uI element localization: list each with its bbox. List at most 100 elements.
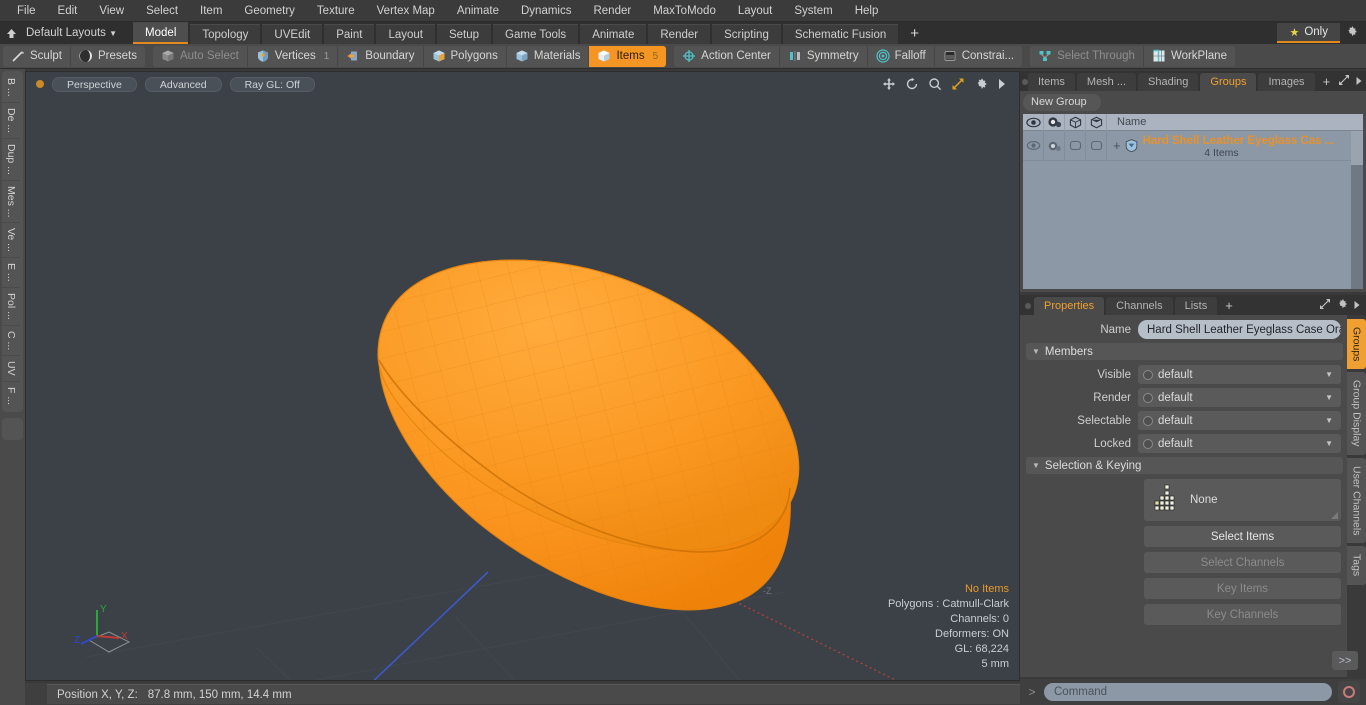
presets-button[interactable]: Presets [71,46,145,67]
tab-uvedit[interactable]: UVEdit [262,24,323,44]
visible-dropdown[interactable]: default ▼ [1138,365,1341,384]
chevron-right-icon[interactable] [1353,299,1361,313]
panel-tab-shading[interactable]: Shading [1138,73,1199,91]
left-tab-basic[interactable]: B ... [2,73,20,103]
command-record-button[interactable] [1338,681,1360,703]
chevron-right-icon[interactable] [997,78,1007,90]
auto-select-button[interactable]: Auto Select [153,45,248,67]
menu-item-layout[interactable]: Layout [727,0,784,22]
tab-layout[interactable]: Layout [376,24,435,44]
viewport-3d[interactable]: -Z Perspective Advanced Ray GL: Off Y X … [25,71,1020,681]
left-tab-uv[interactable]: UV [2,356,20,382]
properties-menu-icon[interactable] [1022,297,1034,315]
menu-item-geometry[interactable]: Geometry [233,0,306,22]
radio-icon[interactable] [1138,392,1158,403]
left-tab-polygon[interactable]: Pol ... [2,288,20,326]
workplane-button[interactable]: WorkPlane [1144,46,1235,67]
panel-tab-add[interactable]: + [1317,73,1337,91]
boundary-button[interactable]: Boundary [338,45,424,67]
row-render-toggle[interactable] [1044,130,1065,161]
select-items-button[interactable]: Select Items [1144,526,1341,547]
polygons-button[interactable]: Polygons [424,45,507,67]
zoom-icon[interactable] [928,77,942,91]
constraint-button[interactable]: Constrai... [935,46,1022,67]
render-dropdown[interactable]: default ▼ [1138,388,1341,407]
left-tab-fusion[interactable]: F ... [2,382,20,410]
group-item-entry[interactable]: + Hard Shell Leather Eyeglass Cas ... 4 … [1107,133,1363,159]
side-tab-groups[interactable]: Groups [1347,319,1366,370]
selection-keying-section-header[interactable]: ▼ Selection & Keying [1026,457,1343,474]
panel-tab-images[interactable]: Images [1258,73,1315,91]
tab-scripting[interactable]: Scripting [712,24,781,44]
gear-icon[interactable] [974,77,988,91]
sculpt-button[interactable]: Sculpt [3,45,71,67]
more-options-button[interactable]: >> [1332,651,1358,670]
menu-item-select[interactable]: Select [135,0,189,22]
expand-icon[interactable]: + [1113,138,1121,153]
left-tab-edge[interactable]: E ... [2,258,20,288]
symmetry-button[interactable]: Symmetry [780,45,868,67]
menu-item-system[interactable]: System [783,0,843,22]
vertices-button[interactable]: Vertices 1 [248,45,339,67]
add-tab-button[interactable]: + [900,24,929,44]
menu-item-dynamics[interactable]: Dynamics [510,0,582,22]
only-toggle-button[interactable]: ★ Only [1277,23,1340,43]
tab-game-tools[interactable]: Game Tools [493,24,579,44]
name-input[interactable]: Hard Shell Leather Eyeglass Case Ora [1138,320,1341,339]
selectable-dropdown[interactable]: default ▼ [1138,411,1341,430]
radio-icon[interactable] [1138,438,1158,449]
select-through-button[interactable]: Select Through [1030,45,1144,67]
members-section-header[interactable]: ▼ Members [1026,343,1343,360]
tab-topology[interactable]: Topology [190,24,261,44]
home-icon[interactable] [0,22,22,44]
action-center-button[interactable]: Action Center [674,45,780,67]
row-wireframe-toggle[interactable] [1065,130,1086,161]
materials-button[interactable]: Materials [507,45,590,67]
radio-icon[interactable] [1138,415,1158,426]
panel-tab-mesh[interactable]: Mesh ... [1076,73,1137,91]
resize-corner-icon[interactable] [1331,512,1338,519]
groups-tree[interactable]: Name + Hard Shell Leather Eyeglass Cas .… [1023,114,1363,289]
left-tab-vertex[interactable]: Ve ... [2,223,20,259]
groups-tree-scrollbar[interactable] [1351,131,1363,289]
menu-item-render[interactable]: Render [582,0,642,22]
menu-item-item[interactable]: Item [189,0,233,22]
left-tab-mesh[interactable]: Mes ... [2,181,20,224]
key-channels-button[interactable]: Key Channels [1144,604,1341,625]
selection-set-field[interactable]: None [1144,479,1341,521]
key-items-button[interactable]: Key Items [1144,578,1341,599]
settings-gear-icon[interactable] [1340,25,1362,41]
maximize-icon[interactable] [1338,74,1350,89]
panel-tab-items[interactable]: Items [1028,73,1075,91]
tab-render[interactable]: Render [648,24,711,44]
select-channels-button[interactable]: Select Channels [1144,552,1341,573]
viewport-raygl-button[interactable]: Ray GL: Off [229,76,315,92]
menu-item-texture[interactable]: Texture [306,0,366,22]
left-tab-deform[interactable]: De ... [2,103,20,139]
menu-item-vertex-map[interactable]: Vertex Map [366,0,446,22]
panel-tab-groups[interactable]: Groups [1200,73,1257,91]
menu-item-animate[interactable]: Animate [446,0,510,22]
left-tab-curve[interactable]: C ... [2,326,20,356]
tab-model[interactable]: Model [133,22,189,44]
tab-setup[interactable]: Setup [436,24,492,44]
locked-dropdown[interactable]: default ▼ [1138,434,1341,453]
menu-item-maxtomodo[interactable]: MaxToModo [642,0,727,22]
tab-paint[interactable]: Paint [324,24,375,44]
side-tab-group-display[interactable]: Group Display [1347,372,1366,455]
new-group-button[interactable]: New Group [1023,94,1101,111]
viewport-shading-button[interactable]: Advanced [144,76,222,92]
maximize-icon[interactable] [1319,298,1331,313]
items-button[interactable]: Items 5 [589,45,667,67]
tab-animate[interactable]: Animate [580,24,647,44]
tab-schematic-fusion[interactable]: Schematic Fusion [782,24,899,44]
radio-icon[interactable] [1138,369,1158,380]
side-tab-tags[interactable]: Tags [1347,546,1366,585]
side-tab-user-channels[interactable]: User Channels [1347,457,1366,544]
left-tab-duplicate[interactable]: Dup ... [2,139,20,181]
command-input[interactable]: Command [1044,683,1332,701]
properties-tab-add[interactable]: + [1219,297,1239,315]
fit-icon[interactable] [951,77,965,91]
rotate-icon[interactable] [905,77,919,91]
table-row[interactable]: + Hard Shell Leather Eyeglass Cas ... 4 … [1023,130,1363,161]
